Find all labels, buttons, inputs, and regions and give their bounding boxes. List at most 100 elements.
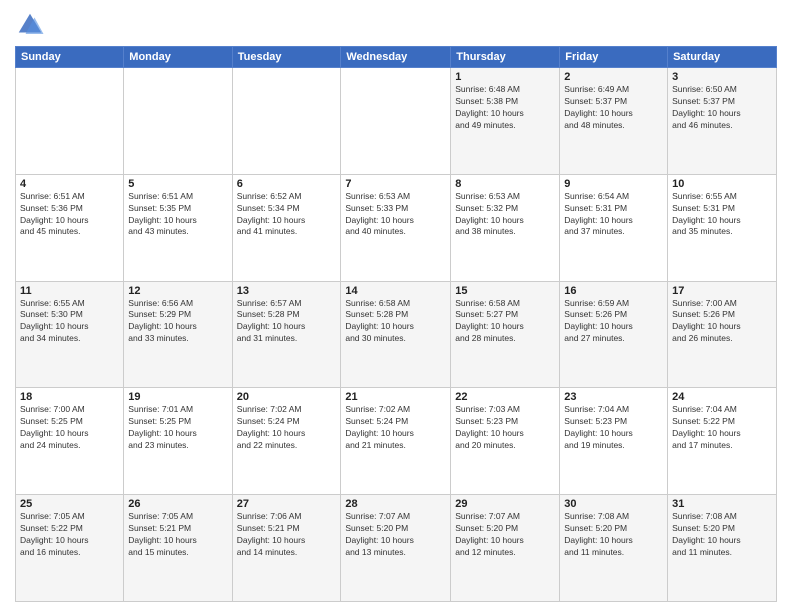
day-info: Sunrise: 6:52 AM Sunset: 5:34 PM Dayligh… bbox=[237, 191, 337, 239]
calendar-week-row: 4Sunrise: 6:51 AM Sunset: 5:36 PM Daylig… bbox=[16, 174, 777, 281]
day-info: Sunrise: 6:49 AM Sunset: 5:37 PM Dayligh… bbox=[564, 84, 663, 132]
calendar-cell: 19Sunrise: 7:01 AM Sunset: 5:25 PM Dayli… bbox=[124, 388, 232, 495]
calendar-cell: 8Sunrise: 6:53 AM Sunset: 5:32 PM Daylig… bbox=[451, 174, 560, 281]
day-number: 3 bbox=[672, 71, 772, 83]
day-number: 28 bbox=[345, 498, 446, 510]
day-info: Sunrise: 6:57 AM Sunset: 5:28 PM Dayligh… bbox=[237, 298, 337, 346]
calendar-cell: 7Sunrise: 6:53 AM Sunset: 5:33 PM Daylig… bbox=[341, 174, 451, 281]
calendar-cell: 17Sunrise: 7:00 AM Sunset: 5:26 PM Dayli… bbox=[668, 281, 777, 388]
calendar-header-tuesday: Tuesday bbox=[232, 47, 341, 68]
day-info: Sunrise: 6:56 AM Sunset: 5:29 PM Dayligh… bbox=[128, 298, 227, 346]
day-number: 25 bbox=[20, 498, 119, 510]
calendar-cell: 29Sunrise: 7:07 AM Sunset: 5:20 PM Dayli… bbox=[451, 495, 560, 602]
calendar-cell: 2Sunrise: 6:49 AM Sunset: 5:37 PM Daylig… bbox=[560, 68, 668, 175]
day-number: 26 bbox=[128, 498, 227, 510]
calendar-cell: 5Sunrise: 6:51 AM Sunset: 5:35 PM Daylig… bbox=[124, 174, 232, 281]
day-info: Sunrise: 7:02 AM Sunset: 5:24 PM Dayligh… bbox=[237, 404, 337, 452]
calendar-cell: 13Sunrise: 6:57 AM Sunset: 5:28 PM Dayli… bbox=[232, 281, 341, 388]
calendar-cell: 4Sunrise: 6:51 AM Sunset: 5:36 PM Daylig… bbox=[16, 174, 124, 281]
calendar-week-row: 18Sunrise: 7:00 AM Sunset: 5:25 PM Dayli… bbox=[16, 388, 777, 495]
day-info: Sunrise: 6:50 AM Sunset: 5:37 PM Dayligh… bbox=[672, 84, 772, 132]
calendar-cell: 22Sunrise: 7:03 AM Sunset: 5:23 PM Dayli… bbox=[451, 388, 560, 495]
day-number: 15 bbox=[455, 285, 555, 297]
calendar-header-wednesday: Wednesday bbox=[341, 47, 451, 68]
calendar-week-row: 11Sunrise: 6:55 AM Sunset: 5:30 PM Dayli… bbox=[16, 281, 777, 388]
day-info: Sunrise: 6:58 AM Sunset: 5:27 PM Dayligh… bbox=[455, 298, 555, 346]
day-number: 16 bbox=[564, 285, 663, 297]
calendar-cell: 1Sunrise: 6:48 AM Sunset: 5:38 PM Daylig… bbox=[451, 68, 560, 175]
calendar-header-monday: Monday bbox=[124, 47, 232, 68]
day-info: Sunrise: 6:53 AM Sunset: 5:33 PM Dayligh… bbox=[345, 191, 446, 239]
day-info: Sunrise: 6:54 AM Sunset: 5:31 PM Dayligh… bbox=[564, 191, 663, 239]
day-info: Sunrise: 7:02 AM Sunset: 5:24 PM Dayligh… bbox=[345, 404, 446, 452]
day-info: Sunrise: 6:53 AM Sunset: 5:32 PM Dayligh… bbox=[455, 191, 555, 239]
calendar-cell: 14Sunrise: 6:58 AM Sunset: 5:28 PM Dayli… bbox=[341, 281, 451, 388]
calendar-cell: 24Sunrise: 7:04 AM Sunset: 5:22 PM Dayli… bbox=[668, 388, 777, 495]
day-number: 31 bbox=[672, 498, 772, 510]
calendar-cell bbox=[341, 68, 451, 175]
day-info: Sunrise: 7:07 AM Sunset: 5:20 PM Dayligh… bbox=[345, 511, 446, 559]
day-number: 5 bbox=[128, 178, 227, 190]
calendar-cell: 6Sunrise: 6:52 AM Sunset: 5:34 PM Daylig… bbox=[232, 174, 341, 281]
day-info: Sunrise: 7:06 AM Sunset: 5:21 PM Dayligh… bbox=[237, 511, 337, 559]
day-info: Sunrise: 7:05 AM Sunset: 5:22 PM Dayligh… bbox=[20, 511, 119, 559]
calendar-cell bbox=[232, 68, 341, 175]
day-number: 20 bbox=[237, 391, 337, 403]
day-number: 21 bbox=[345, 391, 446, 403]
logo bbox=[15, 10, 49, 40]
day-number: 14 bbox=[345, 285, 446, 297]
calendar-cell: 25Sunrise: 7:05 AM Sunset: 5:22 PM Dayli… bbox=[16, 495, 124, 602]
calendar-week-row: 25Sunrise: 7:05 AM Sunset: 5:22 PM Dayli… bbox=[16, 495, 777, 602]
day-info: Sunrise: 7:00 AM Sunset: 5:25 PM Dayligh… bbox=[20, 404, 119, 452]
calendar-cell: 23Sunrise: 7:04 AM Sunset: 5:23 PM Dayli… bbox=[560, 388, 668, 495]
calendar-cell: 31Sunrise: 7:08 AM Sunset: 5:20 PM Dayli… bbox=[668, 495, 777, 602]
page: SundayMondayTuesdayWednesdayThursdayFrid… bbox=[0, 0, 792, 612]
calendar-cell: 30Sunrise: 7:08 AM Sunset: 5:20 PM Dayli… bbox=[560, 495, 668, 602]
day-number: 13 bbox=[237, 285, 337, 297]
day-info: Sunrise: 6:48 AM Sunset: 5:38 PM Dayligh… bbox=[455, 84, 555, 132]
day-number: 12 bbox=[128, 285, 227, 297]
day-info: Sunrise: 7:01 AM Sunset: 5:25 PM Dayligh… bbox=[128, 404, 227, 452]
calendar-header-saturday: Saturday bbox=[668, 47, 777, 68]
day-number: 11 bbox=[20, 285, 119, 297]
day-info: Sunrise: 6:51 AM Sunset: 5:35 PM Dayligh… bbox=[128, 191, 227, 239]
calendar-cell: 20Sunrise: 7:02 AM Sunset: 5:24 PM Dayli… bbox=[232, 388, 341, 495]
calendar-cell: 18Sunrise: 7:00 AM Sunset: 5:25 PM Dayli… bbox=[16, 388, 124, 495]
day-number: 30 bbox=[564, 498, 663, 510]
logo-icon bbox=[15, 10, 45, 40]
calendar-cell: 9Sunrise: 6:54 AM Sunset: 5:31 PM Daylig… bbox=[560, 174, 668, 281]
day-number: 4 bbox=[20, 178, 119, 190]
day-number: 17 bbox=[672, 285, 772, 297]
day-number: 19 bbox=[128, 391, 227, 403]
calendar-cell: 21Sunrise: 7:02 AM Sunset: 5:24 PM Dayli… bbox=[341, 388, 451, 495]
day-info: Sunrise: 7:08 AM Sunset: 5:20 PM Dayligh… bbox=[564, 511, 663, 559]
calendar-cell: 12Sunrise: 6:56 AM Sunset: 5:29 PM Dayli… bbox=[124, 281, 232, 388]
day-number: 1 bbox=[455, 71, 555, 83]
day-number: 23 bbox=[564, 391, 663, 403]
day-info: Sunrise: 6:55 AM Sunset: 5:30 PM Dayligh… bbox=[20, 298, 119, 346]
calendar-header-sunday: Sunday bbox=[16, 47, 124, 68]
day-info: Sunrise: 7:07 AM Sunset: 5:20 PM Dayligh… bbox=[455, 511, 555, 559]
day-number: 6 bbox=[237, 178, 337, 190]
day-info: Sunrise: 7:03 AM Sunset: 5:23 PM Dayligh… bbox=[455, 404, 555, 452]
calendar-header-thursday: Thursday bbox=[451, 47, 560, 68]
day-number: 22 bbox=[455, 391, 555, 403]
day-number: 27 bbox=[237, 498, 337, 510]
calendar-cell: 11Sunrise: 6:55 AM Sunset: 5:30 PM Dayli… bbox=[16, 281, 124, 388]
calendar-header-row: SundayMondayTuesdayWednesdayThursdayFrid… bbox=[16, 47, 777, 68]
calendar-cell: 16Sunrise: 6:59 AM Sunset: 5:26 PM Dayli… bbox=[560, 281, 668, 388]
day-info: Sunrise: 7:04 AM Sunset: 5:23 PM Dayligh… bbox=[564, 404, 663, 452]
header bbox=[15, 10, 777, 40]
calendar-cell: 3Sunrise: 6:50 AM Sunset: 5:37 PM Daylig… bbox=[668, 68, 777, 175]
day-number: 29 bbox=[455, 498, 555, 510]
day-number: 10 bbox=[672, 178, 772, 190]
day-number: 9 bbox=[564, 178, 663, 190]
day-info: Sunrise: 7:04 AM Sunset: 5:22 PM Dayligh… bbox=[672, 404, 772, 452]
calendar-cell: 10Sunrise: 6:55 AM Sunset: 5:31 PM Dayli… bbox=[668, 174, 777, 281]
day-info: Sunrise: 6:59 AM Sunset: 5:26 PM Dayligh… bbox=[564, 298, 663, 346]
calendar-table: SundayMondayTuesdayWednesdayThursdayFrid… bbox=[15, 46, 777, 602]
day-number: 24 bbox=[672, 391, 772, 403]
calendar-cell: 26Sunrise: 7:05 AM Sunset: 5:21 PM Dayli… bbox=[124, 495, 232, 602]
calendar-cell: 28Sunrise: 7:07 AM Sunset: 5:20 PM Dayli… bbox=[341, 495, 451, 602]
day-number: 18 bbox=[20, 391, 119, 403]
